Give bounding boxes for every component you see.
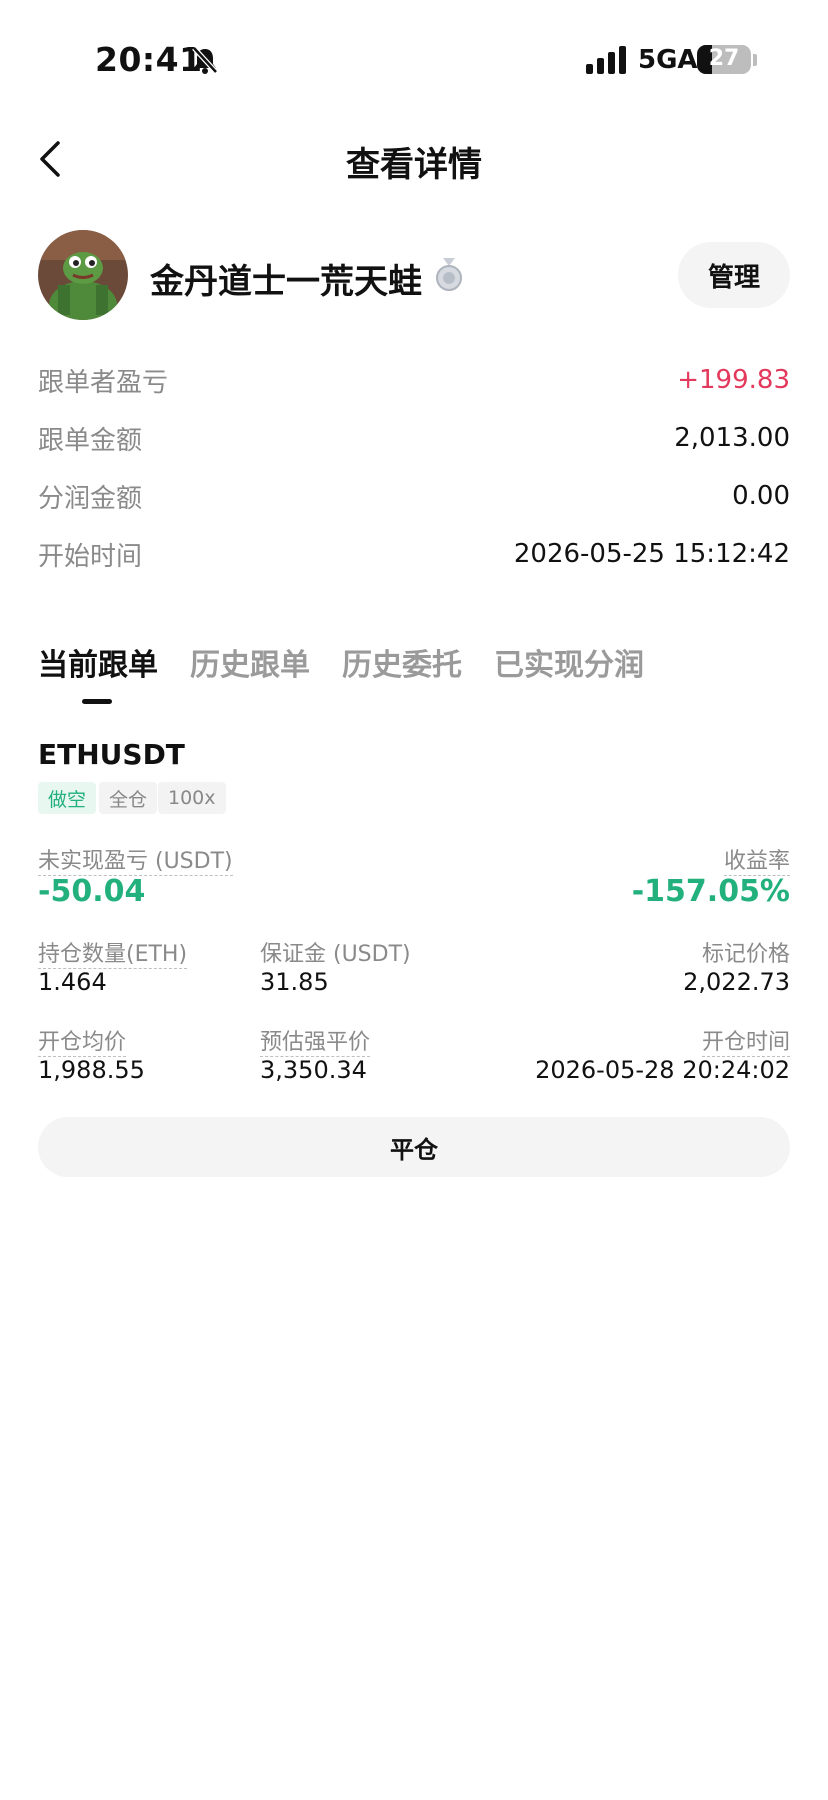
tab-realized-profit-share[interactable]: 已实现分润 [494,640,644,684]
tab-history-orders[interactable]: 历史委托 [342,640,462,684]
tab-indicator [82,699,112,704]
liquidation-price-label[interactable]: 预估强平价 [260,1030,371,1057]
tag-cross-margin: 全仓 [99,782,158,814]
trader-name: 金丹道士一荒天蛙 [150,262,422,302]
entry-price-label[interactable]: 开仓均价 [38,1030,127,1057]
tag-short: 做空 [38,782,97,814]
summary-label: 开始时间 [38,541,143,572]
bell-muted-icon [192,46,218,74]
roi-value: -157.05% [631,874,790,909]
summary-label: 跟单金额 [38,425,143,456]
summary-value: 0.00 [732,481,790,511]
silver-medal-icon [436,258,462,291]
margin-value: 31.85 [260,968,329,996]
tab-current-copy[interactable]: 当前跟单 [38,640,158,684]
tab-history-copy[interactable]: 历史跟单 [190,640,310,684]
mark-price-label: 标记价格 [701,942,790,967]
margin-label: 保证金 (USDT) [260,942,411,967]
manage-button[interactable]: 管理 [678,242,790,308]
summary-row-follower-pnl: 跟单者盈亏 +199.83 [38,360,790,400]
position-qty-label[interactable]: 持仓数量(ETH) [38,942,188,969]
position-qty-value: 1.464 [38,968,107,996]
signal-icon [586,46,626,74]
close-position-button[interactable]: 平仓 [38,1117,790,1177]
battery-icon: 27 [697,45,751,74]
summary-label: 跟单者盈亏 [38,367,169,398]
summary-value: 2026-05-25 15:12:42 [513,539,790,569]
network-type: 5GA [638,45,698,75]
summary-label: 分润金额 [38,483,143,514]
liquidation-price-value: 3,350.34 [260,1056,367,1084]
summary-row-start-time: 开始时间 2026-05-25 15:12:42 [38,534,790,574]
tab-bar: 当前跟单 历史跟单 历史委托 已实现分润 [38,640,644,684]
tag-leverage: 100x [158,782,226,814]
entry-price-value: 1,988.55 [38,1056,145,1084]
summary-row-profit-share: 分润金额 0.00 [38,476,790,516]
battery-level: 27 [708,46,740,71]
position-symbol: ETHUSDT [38,738,185,771]
avatar[interactable] [38,230,128,320]
unrealized-pnl-label[interactable]: 未实现盈亏 (USDT) [38,849,233,876]
open-time-label[interactable]: 开仓时间 [701,1030,790,1057]
open-time-value: 2026-05-28 20:24:02 [535,1056,790,1084]
status-time: 20:41 [95,40,203,79]
unrealized-pnl-value: -50.04 [38,874,146,909]
summary-row-copy-amount: 跟单金额 2,013.00 [38,418,790,458]
page-title: 查看详情 [346,145,482,185]
battery-cap [753,54,757,66]
summary-value: +199.83 [677,365,790,395]
summary-value: 2,013.00 [674,423,790,453]
mark-price-value: 2,022.73 [683,968,790,996]
roi-label[interactable]: 收益率 [723,849,790,876]
